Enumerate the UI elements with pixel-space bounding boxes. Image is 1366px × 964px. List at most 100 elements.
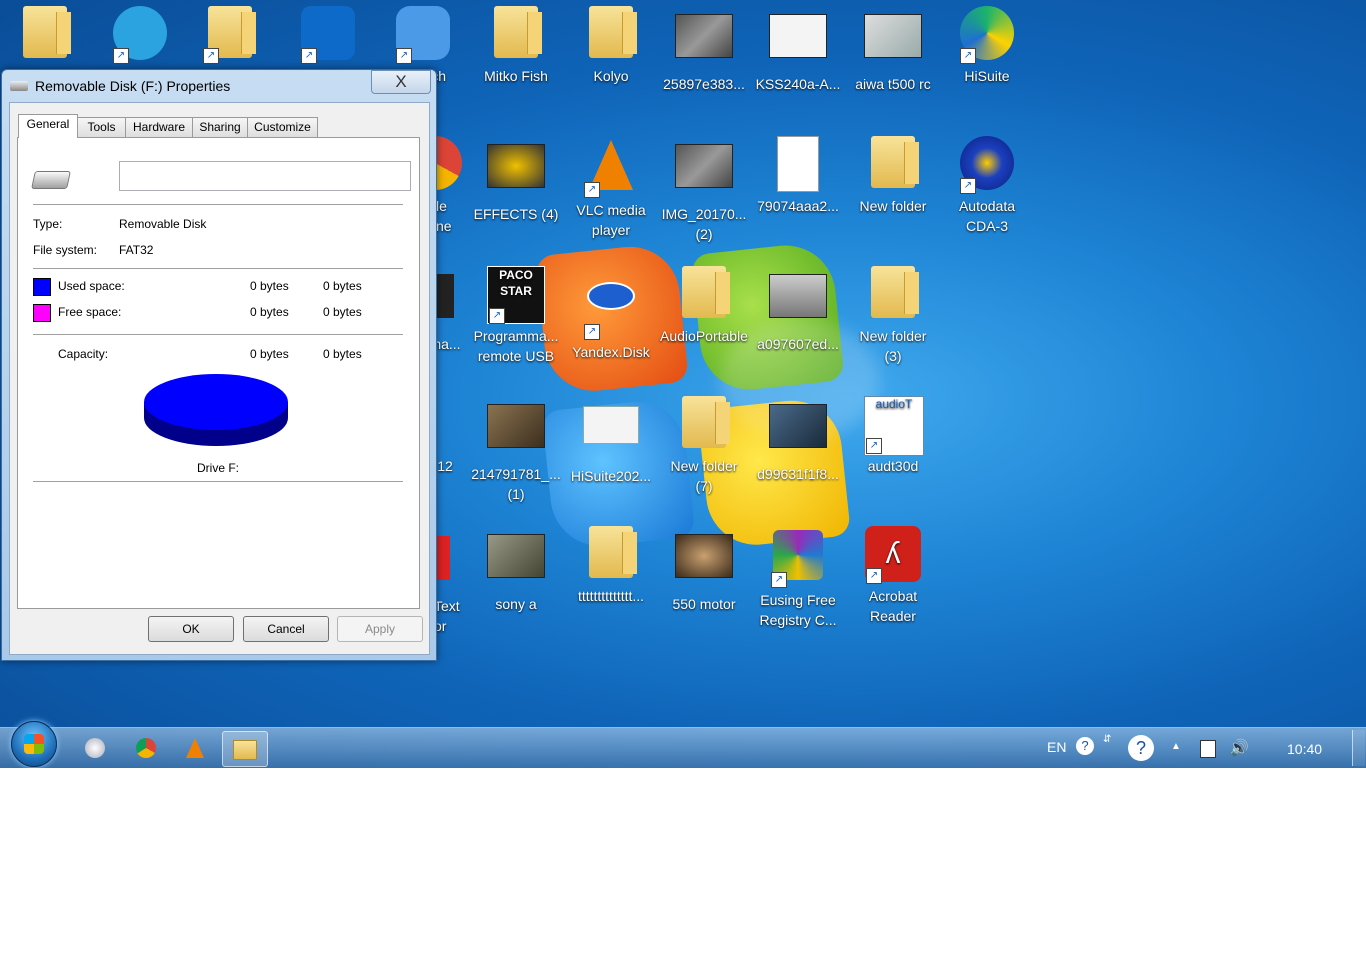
image-thumbnail-icon (675, 534, 733, 578)
folder-icon (682, 396, 730, 448)
used-space-swatch (33, 278, 51, 296)
desktop-icon-new-folder-7[interactable]: New folder (7) (659, 396, 749, 496)
divider (33, 204, 403, 205)
desktop-icon-sony-a[interactable]: sony a (471, 526, 561, 614)
support-help-icon[interactable]: ? (1128, 735, 1154, 761)
desktop-icon-ttttt[interactable]: tttttttttttttt... (566, 526, 656, 606)
dialog-titlebar[interactable]: Removable Disk (F:) Properties X (2, 70, 436, 102)
network-icon[interactable] (1200, 740, 1216, 758)
desktop-icon-folder[interactable]: ↗ (185, 6, 275, 66)
image-thumbnail-icon (487, 404, 545, 448)
desktop-icon-telegram[interactable]: ↗ (95, 6, 185, 66)
desktop-icon-teamviewer[interactable]: ↗ (283, 6, 373, 66)
free-space-label: Free space: (58, 305, 122, 319)
tab-hardware[interactable]: Hardware (125, 117, 193, 137)
general-panel: Type: Removable Disk File system: FAT32 … (17, 137, 420, 609)
taskbar-item-chrome[interactable] (124, 731, 168, 765)
used-space-size: 0 bytes (323, 279, 362, 293)
desktop-icon-hisuite202[interactable]: HiSuite202... (566, 396, 656, 486)
capacity-size: 0 bytes (323, 347, 362, 361)
folder-icon (871, 266, 919, 318)
desktop-icon-a097607ed[interactable]: a097607ed... (753, 266, 843, 354)
input-options-icon[interactable]: ⇵ (1103, 735, 1111, 745)
desktop-icon-effects-4[interactable]: EFFECTS (4) (471, 136, 561, 224)
desktop-icon-214791781[interactable]: 214791781_... (1) (471, 396, 561, 504)
divider (33, 481, 403, 482)
desktop-icon-autodata[interactable]: ↗ Autodata CDA-3 (942, 136, 1032, 236)
desktop-icon-kss240a[interactable]: KSS240a-A... (753, 6, 843, 94)
capacity-label: Capacity: (58, 347, 109, 361)
desktop-icon-user-folder[interactable] (0, 6, 90, 66)
taskbar-item-vlc[interactable] (173, 731, 217, 765)
document-icon (777, 136, 819, 192)
desktop-icon-programma-remote-usb[interactable]: PACO STAR ↗ Programma... remote USB (471, 266, 561, 366)
close-button[interactable]: X (371, 70, 431, 94)
desktop-icon-550-motor[interactable]: 550 motor (659, 526, 749, 614)
image-thumbnail-icon (675, 144, 733, 188)
drive-icon (10, 81, 28, 91)
ok-button[interactable]: OK (148, 616, 234, 642)
clock[interactable]: 10:40 (1287, 741, 1322, 757)
apply-button[interactable]: Apply (337, 616, 423, 642)
folder-icon (589, 6, 637, 58)
divider (33, 334, 403, 335)
free-space-size: 0 bytes (323, 305, 362, 319)
image-thumbnail-icon (864, 14, 922, 58)
windows-logo-icon (24, 734, 44, 754)
desktop-icon-hisuite[interactable]: ↗ HiSuite (942, 6, 1032, 86)
desktop-icon-kolyo[interactable]: Kolyo (566, 6, 656, 86)
free-space-swatch (33, 304, 51, 322)
vlc-icon (186, 738, 204, 758)
tab-customize[interactable]: Customize (247, 117, 318, 137)
show-desktop-button[interactable] (1352, 730, 1365, 766)
drive-label: Drive F: (197, 461, 239, 475)
desktop-icon-new-folder[interactable]: New folder (848, 136, 938, 216)
properties-dialog[interactable]: Removable Disk (F:) Properties X General… (1, 69, 437, 661)
desktop-icon-79074aaa2[interactable]: 79074aaa2... (753, 136, 843, 216)
explorer-icon (233, 740, 257, 760)
desktop-icon-mitko-fish[interactable]: Mitko Fish (471, 6, 561, 86)
desktop-icon-vlc[interactable]: ↗ VLC media player (566, 136, 656, 240)
schematic-thumbnail-icon (769, 14, 827, 58)
help-icon[interactable]: ? (1076, 737, 1094, 755)
image-thumbnail-icon (487, 534, 545, 578)
show-hidden-icons-icon[interactable]: ▲ (1171, 741, 1181, 752)
taskbar-item-explorer[interactable] (222, 731, 268, 767)
chrome-icon (136, 738, 156, 758)
folder-icon (871, 136, 919, 188)
removable-disk-icon (31, 171, 71, 189)
tab-sharing[interactable]: Sharing (192, 117, 248, 137)
image-thumbnail-icon (487, 144, 545, 188)
language-indicator[interactable]: EN (1047, 739, 1066, 755)
desktop-icon-audioportable[interactable]: AudioPortable (659, 266, 749, 346)
taskbar-item-globe[interactable] (73, 731, 117, 765)
type-value: Removable Disk (119, 217, 207, 231)
folder-icon (589, 526, 637, 578)
start-button[interactable] (11, 721, 57, 767)
taskbar: EN ? ⇵ ? ▲ 🔊 10:40 (0, 721, 1366, 768)
desktop-icon-25897e383[interactable]: 25897e383... (659, 6, 749, 94)
desktop-icon-d99631f1f8[interactable]: d99631f1f8... (753, 396, 843, 484)
drive-name-input[interactable] (119, 161, 411, 191)
user-folder-icon (23, 6, 71, 58)
desktop-icon-aiwa-t500-rc[interactable]: aiwa t500 rc (848, 6, 938, 94)
image-thumbnail-icon (769, 404, 827, 448)
file-system-value: FAT32 (119, 243, 154, 257)
desktop-icon-eusing-registry[interactable]: ↗ Eusing Free Registry C... (753, 526, 843, 630)
capacity-pie (144, 374, 288, 446)
desktop-icon-yandex-disk[interactable]: ↗ Yandex.Disk (566, 266, 656, 362)
desktop-icon-img-20170[interactable]: IMG_20170... (2) (659, 136, 749, 244)
dialog-title: Removable Disk (F:) Properties (35, 78, 231, 94)
used-space-bytes: 0 bytes (250, 279, 289, 293)
tab-tools[interactable]: Tools (77, 117, 126, 137)
used-space-label: Used space: (58, 279, 125, 293)
free-space-bytes: 0 bytes (250, 305, 289, 319)
desktop-icon-acrobat-reader[interactable]: ʎ ↗ Acrobat Reader (848, 526, 938, 626)
desktop-icon-new-folder-3[interactable]: New folder (3) (848, 266, 938, 366)
divider (33, 268, 403, 269)
folder-icon (494, 6, 542, 58)
tab-general[interactable]: General (18, 114, 78, 138)
desktop-icon-audt30d[interactable]: audioT ↗ audt30d (848, 396, 938, 476)
cancel-button[interactable]: Cancel (243, 616, 329, 642)
volume-icon[interactable]: 🔊 (1229, 738, 1249, 758)
